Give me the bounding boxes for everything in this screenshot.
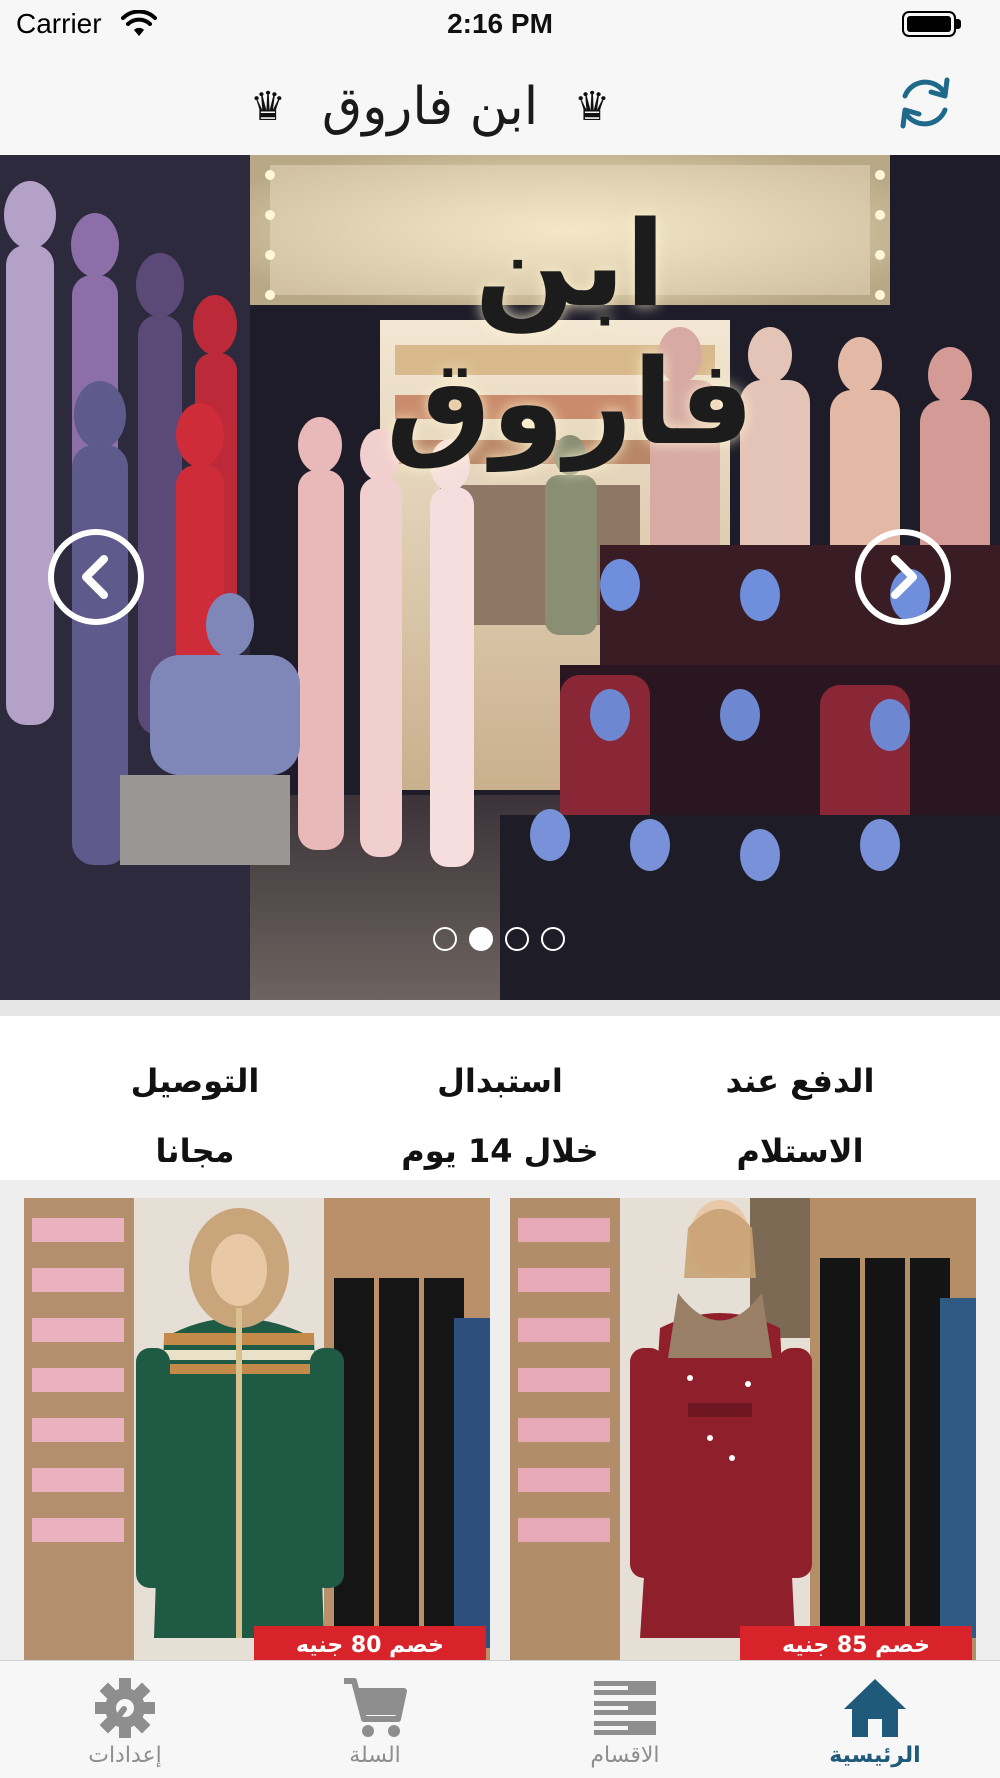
categories-icon <box>594 1681 656 1735</box>
nav-title-group: ♛ ابن فاروق ♛ <box>230 72 630 142</box>
product-image <box>24 1198 490 1660</box>
discount-badge: خصم 85 جنيه <box>740 1626 972 1660</box>
crown-icon: ♛ <box>574 84 611 130</box>
carousel-dot[interactable] <box>469 927 493 951</box>
features-strip: الدفع عند الاستلام استبدال خلال 14 يوم ا… <box>0 1016 1000 1180</box>
carousel-next-button[interactable] <box>855 529 951 625</box>
feature-line: الدفع عند <box>725 1062 875 1100</box>
discount-badge: خصم 80 جنيه <box>254 1626 486 1660</box>
feature-cash-on-delivery: الدفع عند الاستلام <box>670 1046 930 1186</box>
refresh-icon[interactable] <box>895 72 955 134</box>
tab-label: السلة <box>349 1743 401 1768</box>
product-image <box>510 1198 976 1660</box>
tab-categories[interactable]: الاقسام <box>500 1661 750 1778</box>
carousel-dot[interactable] <box>541 927 565 951</box>
feature-line: خلال 14 يوم <box>401 1132 599 1170</box>
chevron-right-icon <box>891 555 917 599</box>
crown-icon: ♛ <box>249 84 286 130</box>
chevron-left-icon <box>82 555 108 599</box>
feature-line: استبدال <box>437 1062 563 1100</box>
home-icon <box>844 1679 906 1737</box>
carousel-prev-button[interactable] <box>48 529 144 625</box>
feature-line: التوصيل <box>130 1062 260 1100</box>
gear-icon <box>95 1678 155 1738</box>
tab-label: الاقسام <box>590 1743 660 1768</box>
feature-exchange: استبدال خلال 14 يوم <box>370 1046 630 1186</box>
feature-free-delivery: التوصيل مجانا <box>65 1046 325 1186</box>
product-card[interactable]: خصم 80 جنيه <box>24 1198 490 1660</box>
carousel-dot[interactable] <box>505 927 529 951</box>
battery-icon <box>902 11 956 37</box>
page-title: ابن فاروق <box>321 77 539 137</box>
cart-icon <box>344 1678 407 1737</box>
divider <box>0 1000 1000 1016</box>
product-card[interactable]: خصم 85 جنيه <box>510 1198 976 1660</box>
status-time: 2:16 PM <box>447 8 553 39</box>
nav-bar: ♛ ابن فاروق ♛ <box>0 52 1000 155</box>
feature-line: مجانا <box>155 1132 235 1170</box>
store-sign: ابن فاروق <box>385 195 755 471</box>
carousel-pagination <box>433 927 565 951</box>
feature-line: الاستلام <box>736 1132 864 1170</box>
carousel-dot[interactable] <box>433 927 457 951</box>
hero-carousel[interactable]: ابن فاروق <box>0 155 1000 1000</box>
tab-label: الرئيسية <box>829 1743 921 1768</box>
tab-home[interactable]: الرئيسية <box>750 1661 1000 1778</box>
status-bar: Carrier 2:16 PM <box>0 0 1000 52</box>
tab-cart[interactable]: السلة <box>250 1661 500 1778</box>
tab-label: إعدادات <box>88 1743 162 1768</box>
battery-tip <box>956 19 961 29</box>
tab-bar: الرئيسية الاقسام السلة إعدادات <box>0 1660 1000 1778</box>
tab-settings[interactable]: إعدادات <box>0 1661 250 1778</box>
